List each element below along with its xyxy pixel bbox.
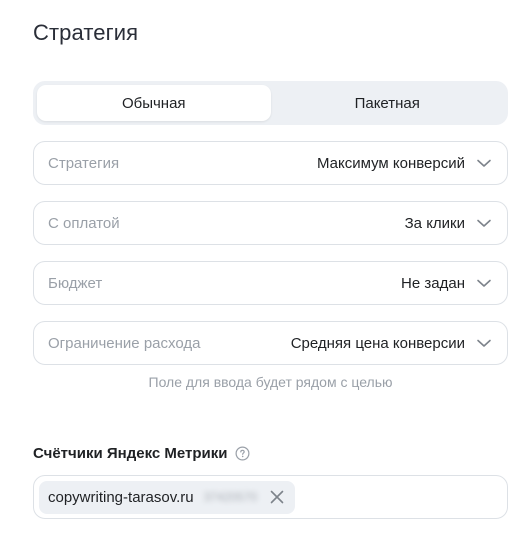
strategy-select-label: Стратегия	[48, 154, 120, 172]
payment-select[interactable]: С оплатой За клики	[33, 201, 508, 245]
metrika-counter-chip: copywriting-tarasov.ru 37420570	[39, 480, 295, 514]
strategy-panel: Стратегия Обычная Пакетная Стратегия Мак…	[0, 0, 524, 540]
chevron-down-icon	[475, 274, 493, 292]
strategy-mode-switch: Обычная Пакетная	[33, 81, 508, 125]
payment-select-value: За клики	[404, 214, 465, 232]
close-icon[interactable]	[269, 489, 285, 505]
metrika-counter-chip-label: copywriting-tarasov.ru	[48, 488, 194, 506]
question-circle-icon[interactable]	[235, 446, 250, 461]
spend-limit-select-value: Средняя цена конверсии	[290, 334, 465, 352]
chevron-down-icon	[475, 334, 493, 352]
budget-select-label: Бюджет	[48, 274, 103, 292]
payment-select-label: С оплатой	[48, 214, 120, 232]
chevron-down-icon	[475, 154, 493, 172]
strategy-select[interactable]: Стратегия Максимум конверсий	[33, 141, 508, 185]
spend-limit-hint: Поле для ввода будет рядом с целью	[148, 374, 393, 390]
page-title: Стратегия	[33, 20, 139, 45]
spend-limit-select[interactable]: Ограничение расхода Средняя цена конверс…	[33, 321, 508, 365]
tab-package[interactable]: Пакетная	[271, 85, 505, 121]
metrika-counters-label: Счётчики Яндекс Метрики	[33, 445, 250, 462]
metrika-counters-label-text: Счётчики Яндекс Метрики	[33, 445, 228, 462]
chevron-down-icon	[475, 214, 493, 232]
strategy-select-value: Максимум конверсий	[316, 154, 465, 172]
metrika-counters-input[interactable]: copywriting-tarasov.ru 37420570	[33, 475, 508, 519]
spend-limit-select-label: Ограничение расхода	[48, 334, 201, 352]
tab-regular[interactable]: Обычная	[37, 85, 271, 121]
budget-select-value: Не задан	[401, 274, 465, 292]
budget-select[interactable]: Бюджет Не задан	[33, 261, 508, 305]
metrika-counter-chip-id: 37420570	[203, 490, 257, 504]
